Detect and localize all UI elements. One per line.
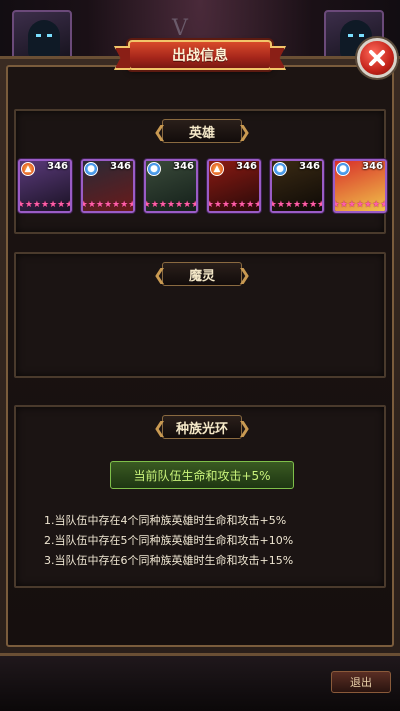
race-aura-rules: 1.当队伍中存在4个同种族英雄时生命和攻击+5% 2.当队伍中存在5个同种族英雄… (44, 511, 374, 571)
race-aura-section: 种族光环 当前队伍生命和攻击+5% 1.当队伍中存在4个同种族英雄时生命和攻击+… (14, 405, 386, 588)
fire-icon: ▲ (210, 162, 224, 176)
hero-star-rating: ★★★★★★★ (270, 200, 324, 210)
hero-star-rating: ★★★★★★★ (333, 200, 387, 210)
modal-title: 出战信息 (128, 40, 272, 70)
hero-star-rating: ★★★★★★★ (207, 200, 261, 210)
hero-power: 346 (173, 161, 194, 172)
hero-power: 346 (236, 161, 257, 172)
race-aura-section-title: 种族光环 (153, 415, 251, 439)
hero-power: 346 (362, 161, 383, 172)
hero-list: ▲ 346 ★★★★★★★ ● 346 ★★★★★★★ ● 346 ★★★★★★★ ▲ 346 ★★★… (18, 159, 387, 223)
hero-card[interactable]: ▲ 346 ★★★★★★★ (207, 159, 261, 213)
hero-star-rating: ★★★★★★★ (81, 200, 135, 210)
hero-power: 346 (47, 161, 68, 172)
spirit-section: 魔灵 (14, 252, 386, 378)
race-aura-rule: 3.当队伍中存在6个同种族英雄时生命和攻击+15% (44, 554, 294, 567)
hero-power: 346 (299, 161, 320, 172)
race-aura-rule: 1.当队伍中存在4个同种族英雄时生命和攻击+5% (44, 514, 287, 527)
background-emblem: V (172, 16, 188, 41)
hero-card[interactable]: ● 346 ★★★★★★★ (270, 159, 324, 213)
exit-button[interactable]: 退出 (331, 671, 391, 693)
hero-card[interactable]: ▲ 346 ★★★★★★★ (18, 159, 72, 213)
close-button[interactable] (357, 38, 397, 78)
heroes-section: 英雄 ▲ 346 ★★★★★★★ ● 346 ★★★★★★★ ● 346 ★★★★★★★ ▲ 346… (14, 109, 387, 234)
heroes-section-title: 英雄 (153, 119, 251, 143)
water-drop-icon: ● (147, 162, 161, 176)
water-drop-icon: ● (84, 162, 98, 176)
spirit-section-title: 魔灵 (153, 262, 251, 286)
close-icon (369, 50, 385, 66)
water-drop-icon: ● (336, 162, 350, 176)
fire-icon: ▲ (21, 162, 35, 176)
current-bonus-badge: 当前队伍生命和攻击+5% (110, 461, 294, 489)
hero-star-rating: ★★★★★★★ (144, 200, 198, 210)
hero-card[interactable]: ● 346 ★★★★★★★ (81, 159, 135, 213)
hero-card[interactable]: ● 346 ★★★★★★★ (333, 159, 387, 213)
hero-power: 346 (110, 161, 131, 172)
hero-card[interactable]: ● 346 ★★★★★★★ (144, 159, 198, 213)
race-aura-rule: 2.当队伍中存在5个同种族英雄时生命和攻击+10% (44, 534, 294, 547)
water-drop-icon: ● (273, 162, 287, 176)
hero-star-rating: ★★★★★★★ (18, 200, 72, 210)
